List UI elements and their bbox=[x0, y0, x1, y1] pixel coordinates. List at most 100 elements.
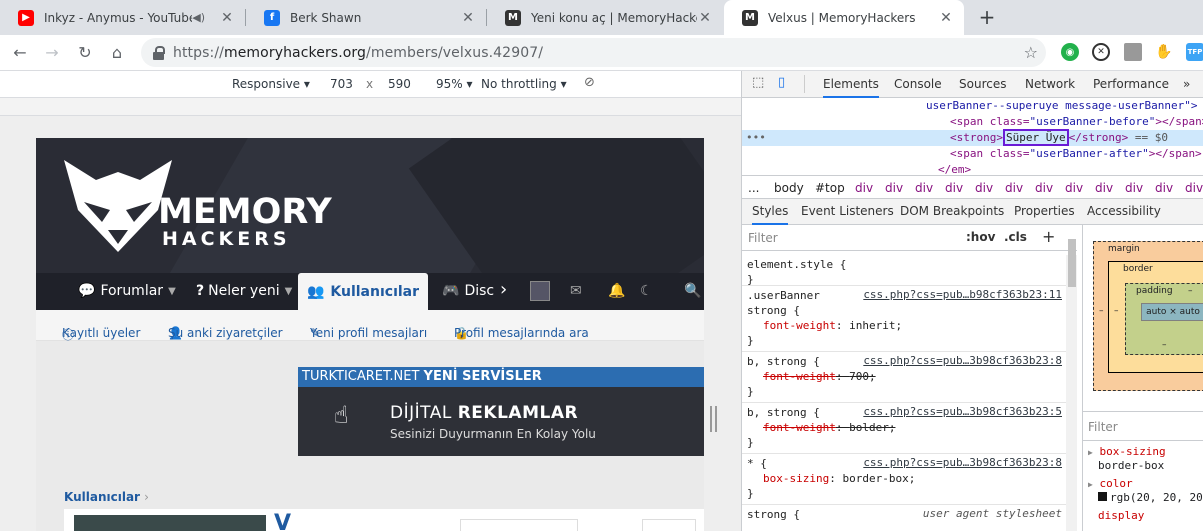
audio-icon[interactable]: ◀) bbox=[192, 11, 205, 24]
breadcrumb-node[interactable]: div bbox=[915, 181, 933, 195]
tab-facebook[interactable]: f Berk Shawn ✕ bbox=[246, 0, 486, 35]
mail-icon[interactable]: ✉ bbox=[570, 283, 582, 299]
dom-node[interactable]: <span class="userBanner-after"></span> bbox=[742, 146, 1203, 162]
devtools-tab-performance[interactable]: Performance bbox=[1093, 77, 1169, 91]
breadcrumb-node[interactable]: ... bbox=[748, 181, 759, 195]
throttle-select[interactable]: No throttling ▾ bbox=[481, 77, 567, 91]
breadcrumb-node[interactable]: div bbox=[885, 181, 903, 195]
extension-hand-icon[interactable]: ✋ bbox=[1155, 43, 1173, 61]
color-swatch[interactable] bbox=[1098, 492, 1107, 501]
new-rule-button[interactable]: + bbox=[1042, 227, 1055, 246]
nav-discord[interactable]: 🎮 Disc bbox=[442, 283, 494, 299]
subtab-event-listeners[interactable]: Event Listeners bbox=[801, 204, 894, 218]
nav-scroll-right-icon[interactable]: › bbox=[500, 279, 507, 300]
computed-prop-display[interactable]: display bbox=[1098, 509, 1144, 522]
user-avatar[interactable] bbox=[530, 281, 550, 301]
css-declaration[interactable]: box-sizing: border-box; bbox=[763, 471, 915, 486]
close-tab-icon[interactable]: ✕ bbox=[697, 10, 713, 26]
subtab-styles[interactable]: Styles bbox=[752, 204, 789, 225]
styles-filter-input[interactable]: Filter bbox=[748, 231, 778, 245]
close-tab-icon[interactable]: ✕ bbox=[219, 10, 235, 26]
devtools-tab-sources[interactable]: Sources bbox=[959, 77, 1006, 91]
box-model-content[interactable]: auto × auto bbox=[1141, 303, 1203, 321]
profile-action-button[interactable] bbox=[642, 519, 696, 531]
breadcrumb-node[interactable]: div bbox=[855, 181, 873, 195]
nav-forumlar[interactable]: 💬 Forumlar ▼ bbox=[78, 283, 176, 299]
style-rule[interactable]: strong {user agent stylesheet bbox=[742, 505, 1066, 531]
moon-icon[interactable]: ☾ bbox=[640, 283, 653, 299]
css-declaration[interactable]: font-weight: inherit; bbox=[763, 318, 902, 333]
style-rule[interactable]: b, strong {css.php?css=pub…3b98cf363b23:… bbox=[742, 352, 1066, 403]
nav-neler-yeni[interactable]: ? Neler yeni ▼ bbox=[196, 283, 292, 299]
zoom-select[interactable]: 95% ▾ bbox=[436, 77, 473, 91]
subtab-accessibility[interactable]: Accessibility bbox=[1087, 204, 1161, 218]
breadcrumb-node[interactable]: div bbox=[1005, 181, 1023, 195]
breadcrumb-node[interactable]: div bbox=[975, 181, 993, 195]
class-toggle[interactable]: .cls bbox=[1004, 230, 1027, 244]
computed-filter-input[interactable]: Filter bbox=[1088, 420, 1118, 434]
device-toggle-icon[interactable]: ▯ bbox=[778, 75, 785, 90]
extension-avatar-icon[interactable] bbox=[1124, 43, 1142, 61]
style-rule[interactable]: b, strong {css.php?css=pub…3b98cf363b23:… bbox=[742, 403, 1066, 454]
resize-handle[interactable] bbox=[710, 406, 712, 432]
subtab-properties[interactable]: Properties bbox=[1014, 204, 1075, 218]
rule-source-link[interactable]: css.php?css=pub…3b98cf363b23:8 bbox=[863, 354, 1062, 367]
close-tab-icon[interactable]: ✕ bbox=[460, 10, 476, 26]
computed-prop-box-sizing[interactable]: ▶ box-sizing bbox=[1088, 445, 1166, 458]
breadcrumb-node[interactable]: body bbox=[774, 181, 804, 195]
styles-scrollbar-thumb[interactable] bbox=[1068, 239, 1076, 287]
ad-banner[interactable]: TURKTICARET.NET YENİ SERVİSLER ☝ DİJİTAL… bbox=[298, 367, 704, 456]
breadcrumb-node[interactable]: div bbox=[1065, 181, 1083, 195]
bell-icon[interactable]: 🔔 bbox=[608, 283, 625, 299]
styles-scrollbar[interactable] bbox=[1066, 255, 1077, 531]
tab-youtube[interactable]: ▶ Inkyz - Anymus - YouTube ◀) ✕ bbox=[0, 0, 245, 35]
style-rule[interactable]: * {css.php?css=pub…3b98cf363b23:8 box-siz… bbox=[742, 454, 1066, 505]
breadcrumb-node[interactable]: div bbox=[1125, 181, 1143, 195]
back-arrow-icon[interactable]: ← bbox=[8, 41, 32, 65]
breadcrumb-node[interactable]: div bbox=[1185, 181, 1203, 195]
rule-source-link[interactable]: user agent stylesheet bbox=[923, 507, 1062, 520]
reload-icon[interactable]: ↻ bbox=[73, 41, 97, 65]
close-tab-icon[interactable]: ✕ bbox=[938, 10, 954, 26]
viewport-width-input[interactable]: 703 bbox=[330, 77, 353, 91]
breadcrumb-node[interactable]: div bbox=[1155, 181, 1173, 195]
tab-velxus[interactable]: M Velxus | MemoryHackers ✕ bbox=[724, 0, 964, 35]
devtools-more-tabs-icon[interactable]: » bbox=[1183, 77, 1190, 91]
style-rule[interactable]: element.style {} bbox=[742, 255, 1066, 286]
extension-tfp-icon[interactable]: TFP bbox=[1186, 43, 1203, 61]
style-rule[interactable]: .userBanner css.php?css=pub…b98cf363b23:1… bbox=[742, 286, 1066, 352]
dom-node[interactable]: <span class="userBanner-before"></span> bbox=[742, 114, 1203, 130]
search-icon[interactable]: 🔍 bbox=[684, 283, 701, 299]
computed-prop-color[interactable]: ▶ color bbox=[1088, 477, 1133, 490]
css-declaration[interactable]: font-weight: 700; bbox=[763, 369, 876, 384]
breadcrumb-node[interactable]: div bbox=[1095, 181, 1113, 195]
home-icon[interactable]: ⌂ bbox=[105, 41, 129, 65]
breadcrumb-node[interactable]: #top bbox=[815, 181, 845, 195]
bookmark-star-icon[interactable]: ☆ bbox=[1024, 43, 1038, 62]
profile-action-button[interactable] bbox=[460, 519, 578, 531]
dom-node[interactable]: userBanner--superuye message-userBanner"… bbox=[742, 98, 1203, 114]
subtab-dom-breakpoints[interactable]: DOM Breakpoints bbox=[900, 204, 1004, 218]
dom-node-selected[interactable]: ••• <strong> Süper Üye </strong> == $0 bbox=[742, 129, 1203, 146]
inspect-element-icon[interactable]: ⬚ bbox=[752, 75, 764, 90]
breadcrumb[interactable]: Kullanıcılar › bbox=[64, 490, 149, 504]
css-declaration[interactable]: font-weight: bolder; bbox=[763, 420, 895, 435]
device-mode-select[interactable]: Responsive ▾ bbox=[232, 77, 310, 91]
extension-green-icon[interactable]: ◉ bbox=[1061, 43, 1079, 61]
resize-handle[interactable] bbox=[715, 406, 717, 432]
breadcrumb-node[interactable]: div bbox=[1035, 181, 1053, 195]
hover-state-toggle[interactable]: :hov bbox=[966, 230, 995, 244]
new-tab-button[interactable]: + bbox=[976, 6, 998, 28]
rule-source-link[interactable]: css.php?css=pub…3b98cf363b23:5 bbox=[863, 405, 1062, 418]
extension-block-icon[interactable]: ✕ bbox=[1092, 43, 1110, 61]
rotate-icon[interactable]: ⊘ bbox=[584, 75, 595, 90]
nav-kullanicilar[interactable]: 👥 Kullanıcılar bbox=[298, 273, 428, 310]
forward-arrow-icon[interactable]: → bbox=[40, 41, 64, 65]
rule-source-link[interactable]: css.php?css=pub…3b98cf363b23:8 bbox=[863, 456, 1062, 469]
viewport-height-input[interactable]: 590 bbox=[388, 77, 411, 91]
rule-source-link[interactable]: css.php?css=pub…b98cf363b23:11 bbox=[863, 288, 1062, 301]
breadcrumb-node[interactable]: div bbox=[945, 181, 963, 195]
devtools-tab-console[interactable]: Console bbox=[894, 77, 942, 91]
devtools-tab-elements[interactable]: Elements bbox=[823, 77, 879, 98]
address-bar[interactable]: https://memoryhackers.org/members/velxus… bbox=[141, 38, 1046, 67]
